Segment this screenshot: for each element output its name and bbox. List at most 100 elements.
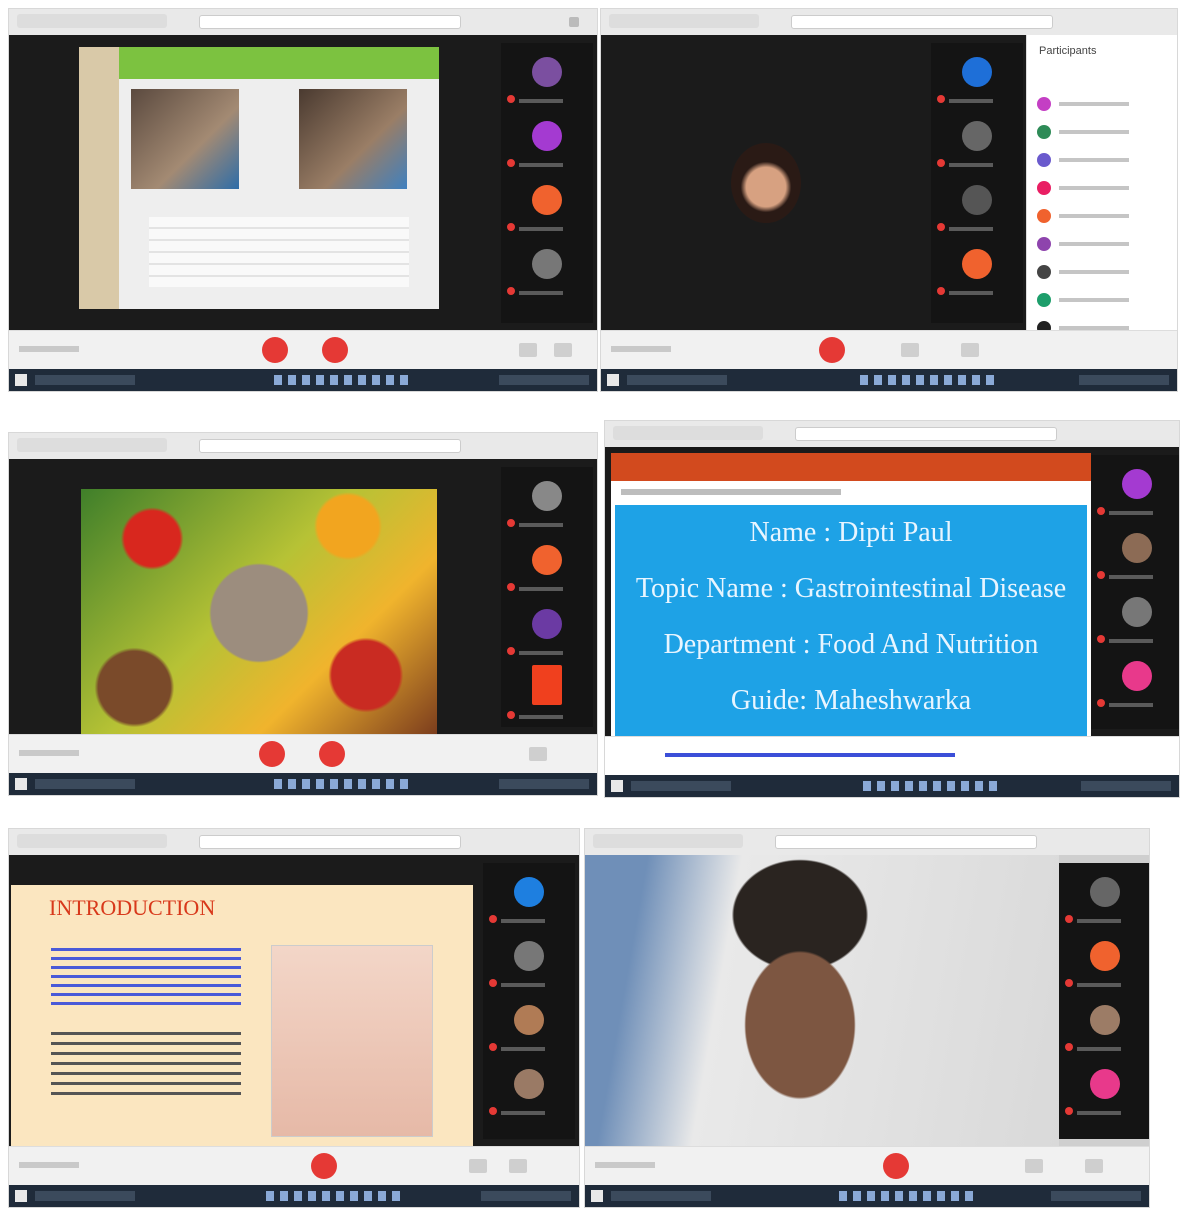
more-icon[interactable] bbox=[554, 343, 572, 357]
participant-tile[interactable] bbox=[937, 49, 1017, 107]
participant-tile[interactable] bbox=[1097, 461, 1177, 519]
taskbar bbox=[585, 1185, 1149, 1207]
call-controls bbox=[9, 330, 597, 369]
taskbar-search[interactable] bbox=[627, 375, 727, 385]
browser-tab[interactable] bbox=[613, 426, 763, 440]
more-icon[interactable] bbox=[961, 343, 979, 357]
participant-tile[interactable] bbox=[507, 537, 587, 595]
menu-icon[interactable] bbox=[569, 17, 579, 27]
browser-tab[interactable] bbox=[609, 14, 759, 28]
start-icon[interactable] bbox=[591, 1190, 603, 1202]
taskbar-search[interactable] bbox=[631, 781, 731, 791]
more-icon[interactable] bbox=[529, 747, 547, 761]
chat-icon[interactable] bbox=[519, 343, 537, 357]
participant-tile[interactable] bbox=[489, 1061, 569, 1119]
participant-tile[interactable] bbox=[1065, 869, 1145, 927]
slide-heading: INTRODUCTION bbox=[49, 895, 216, 920]
participant-tile[interactable] bbox=[507, 241, 587, 299]
participant-row[interactable] bbox=[1037, 95, 1167, 111]
mic-icon[interactable] bbox=[259, 741, 285, 767]
participant-tile[interactable] bbox=[507, 473, 587, 531]
participant-tile[interactable] bbox=[1097, 525, 1177, 583]
participant-tiles bbox=[501, 467, 593, 727]
meeting-area bbox=[9, 459, 597, 737]
participant-tile[interactable] bbox=[507, 113, 587, 171]
slide-department-line: Department : Food And Nutrition bbox=[663, 629, 1039, 660]
participant-tile[interactable] bbox=[1097, 653, 1177, 711]
address-bar[interactable] bbox=[199, 439, 461, 453]
participant-tile[interactable] bbox=[489, 997, 569, 1055]
start-icon[interactable] bbox=[611, 780, 623, 792]
participant-row[interactable] bbox=[1037, 207, 1167, 223]
taskbar-search[interactable] bbox=[35, 779, 135, 789]
browser-tab[interactable] bbox=[17, 14, 167, 28]
browser-toolbar bbox=[9, 829, 579, 856]
browser-tab[interactable] bbox=[17, 834, 167, 848]
more-icon[interactable] bbox=[509, 1159, 527, 1173]
shared-presentation: Name : Dipti Paul Topic Name : Gastroint… bbox=[611, 453, 1091, 753]
participant-tile[interactable] bbox=[507, 49, 587, 107]
browser-toolbar bbox=[601, 9, 1177, 36]
participant-row[interactable] bbox=[1037, 179, 1167, 195]
taskbar-search[interactable] bbox=[35, 1191, 135, 1201]
shared-screen bbox=[79, 47, 439, 309]
participant-row[interactable] bbox=[1037, 235, 1167, 251]
taskbar-search[interactable] bbox=[611, 1191, 711, 1201]
address-bar[interactable] bbox=[199, 15, 461, 29]
taskbar-search[interactable] bbox=[35, 375, 135, 385]
taskbar bbox=[605, 775, 1179, 797]
participant-row[interactable] bbox=[1037, 151, 1167, 167]
participant-tiles bbox=[501, 43, 593, 323]
participant-tiles bbox=[1091, 455, 1179, 729]
start-icon[interactable] bbox=[15, 778, 27, 790]
meeting-window-4: Name : Dipti Paul Topic Name : Gastroint… bbox=[604, 420, 1180, 798]
chat-icon[interactable] bbox=[901, 343, 919, 357]
browser-tab[interactable] bbox=[17, 438, 167, 452]
participant-tile[interactable] bbox=[937, 241, 1017, 299]
chat-icon[interactable] bbox=[469, 1159, 487, 1173]
participant-tile[interactable] bbox=[489, 869, 569, 927]
mic-icon[interactable] bbox=[883, 1153, 909, 1179]
mic-icon[interactable] bbox=[311, 1153, 337, 1179]
chat-icon[interactable] bbox=[1025, 1159, 1043, 1173]
address-bar[interactable] bbox=[199, 835, 461, 849]
camera-icon[interactable] bbox=[322, 337, 348, 363]
call-controls bbox=[9, 1146, 579, 1185]
address-bar[interactable] bbox=[791, 15, 1053, 29]
participant-tile[interactable] bbox=[1065, 997, 1145, 1055]
start-icon[interactable] bbox=[607, 374, 619, 386]
meeting-area bbox=[585, 855, 1149, 1149]
participant-tile[interactable] bbox=[937, 177, 1017, 235]
more-icon[interactable] bbox=[1085, 1159, 1103, 1173]
anatomy-figure bbox=[271, 945, 433, 1137]
browser-tab[interactable] bbox=[593, 834, 743, 848]
participant-row[interactable] bbox=[1037, 263, 1167, 279]
participants-label: Participants bbox=[1039, 45, 1097, 57]
speaker-avatar bbox=[731, 143, 801, 223]
shared-image bbox=[81, 489, 437, 737]
participant-tile[interactable] bbox=[1065, 933, 1145, 991]
slide-name-line: Name : Dipti Paul bbox=[749, 517, 953, 548]
camera-icon[interactable] bbox=[319, 741, 345, 767]
slide-guide-line: Guide: Maheshwarka bbox=[730, 685, 972, 716]
webcam-video bbox=[585, 855, 1059, 1149]
participant-tile[interactable] bbox=[937, 113, 1017, 171]
meeting-area: INTRODUCTION bbox=[9, 855, 579, 1151]
participant-tile[interactable] bbox=[1097, 589, 1177, 647]
participant-tile[interactable] bbox=[507, 177, 587, 235]
mic-icon[interactable] bbox=[819, 337, 845, 363]
mic-icon[interactable] bbox=[262, 337, 288, 363]
start-icon[interactable] bbox=[15, 374, 27, 386]
address-bar[interactable] bbox=[795, 427, 1057, 441]
address-bar[interactable] bbox=[775, 835, 1037, 849]
meeting-area bbox=[9, 35, 597, 331]
participant-row[interactable] bbox=[1037, 123, 1167, 139]
participant-tile[interactable] bbox=[507, 665, 587, 723]
participant-row[interactable] bbox=[1037, 291, 1167, 307]
meeting-window-1 bbox=[8, 8, 598, 392]
start-icon[interactable] bbox=[15, 1190, 27, 1202]
participant-tiles bbox=[1059, 863, 1149, 1139]
participant-tile[interactable] bbox=[507, 601, 587, 659]
participant-tile[interactable] bbox=[1065, 1061, 1145, 1119]
participant-tile[interactable] bbox=[489, 933, 569, 991]
